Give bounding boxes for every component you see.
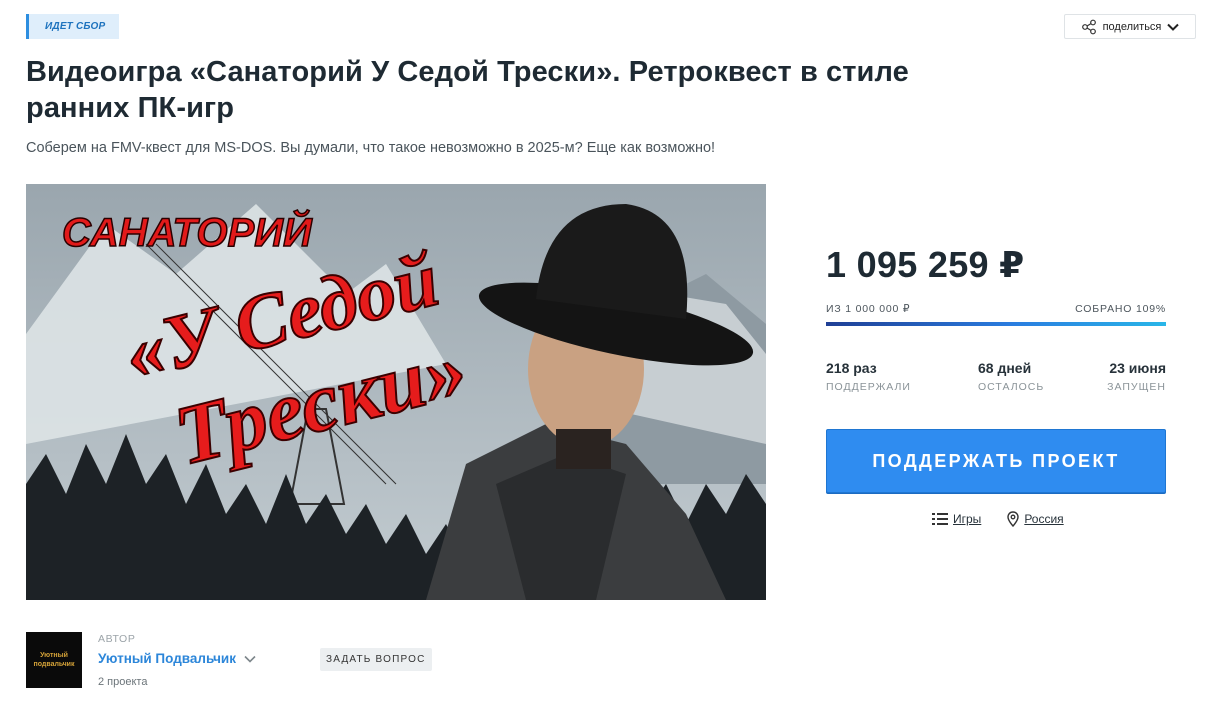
cover-illustration: САНАТОРИЙ «У Седой Трески» [26, 184, 766, 600]
author-avatar[interactable]: Уютный подвальчик [26, 632, 82, 688]
avatar-text-line1: Уютный [40, 652, 68, 659]
stat-launched-label: ЗАПУЩЕН [1107, 381, 1166, 393]
share-label: поделиться [1102, 20, 1162, 33]
category-label: Игры [953, 512, 982, 526]
page-title: Видеоигра «Санаторий У Седой Трески». Ре… [26, 56, 909, 124]
stat-backers-label: ПОДДЕРЖАЛИ [826, 381, 911, 393]
author-name: Уютный Подвальчик [98, 651, 236, 666]
location-link[interactable]: Россия [1007, 511, 1064, 527]
share-button[interactable]: поделиться [1064, 14, 1196, 39]
cover-title-line1: САНАТОРИЙ [62, 208, 313, 255]
page-subtitle: Соберем на FMV-квест для MS-DOS. Вы дума… [26, 140, 716, 156]
funding-goal: ИЗ 1 000 000 ₽ [826, 303, 911, 315]
author-name-link[interactable]: Уютный Подвальчик [98, 651, 256, 666]
funding-collected: СОБРАНО 109% [1075, 303, 1166, 315]
stat-backers: 218 раз ПОДДЕРЖАЛИ [826, 360, 911, 393]
stat-days-left: 68 дней ОСТАЛОСЬ [978, 360, 1044, 393]
project-meta-links: Игры Россия [932, 511, 1064, 527]
author-projects-count: 2 проекта [98, 676, 148, 688]
avatar-text-line2: подвальчик [33, 661, 75, 668]
share-icon [1081, 19, 1096, 34]
funding-amount: 1 095 259 ₽ [826, 244, 1025, 285]
stat-launched-value: 23 июня [1109, 360, 1166, 376]
stat-days-left-label: ОСТАЛОСЬ [978, 381, 1045, 393]
ask-question-button[interactable]: ЗАДАТЬ ВОПРОС [320, 648, 432, 671]
project-stats: 218 раз ПОДДЕРЖАЛИ 68 дней ОСТАЛОСЬ 23 и… [826, 360, 1166, 400]
category-link[interactable]: Игры [932, 511, 981, 527]
cover-image: САНАТОРИЙ «У Седой Трески» [26, 184, 766, 600]
location-label: Россия [1024, 512, 1064, 526]
stat-days-left-value: 68 дней [978, 360, 1032, 376]
funding-goal-row: ИЗ 1 000 000 ₽ СОБРАНО 109% [826, 303, 1166, 315]
author-label: АВТОР [98, 633, 136, 645]
list-icon [932, 513, 948, 525]
stat-launched: 23 июня ЗАПУЩЕН [1107, 360, 1166, 393]
funding-progress-bar [826, 322, 1166, 326]
chevron-down-icon [244, 655, 256, 663]
stat-backers-value: 218 раз [826, 360, 877, 376]
funding-progress-fill [826, 322, 1166, 326]
status-badge: ИДЕТ СБОР [26, 14, 120, 39]
support-project-button[interactable]: ПОДДЕРЖАТЬ ПРОЕКТ [826, 429, 1166, 493]
map-pin-icon [1007, 511, 1020, 527]
chevron-down-icon [1167, 23, 1180, 31]
